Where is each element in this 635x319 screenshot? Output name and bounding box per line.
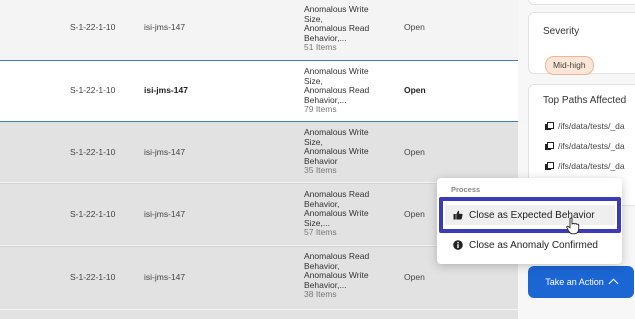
- copy-icon: [545, 122, 554, 130]
- row-alerts: Anomalous Read Behavior, Anomalous Write Si…: [304, 189, 370, 238]
- chevron-up-icon: [608, 278, 619, 289]
- path-item[interactable]: /ifs/data/tests/_da: [545, 121, 625, 131]
- row-id: S-1-22-1-10: [70, 85, 116, 95]
- row-status: Open: [404, 85, 426, 95]
- row-status: Open: [404, 209, 425, 219]
- row-host: isi-jms-147: [144, 209, 186, 219]
- row-host: isi-jms-147: [144, 147, 186, 157]
- take-action-button[interactable]: Take an Action: [528, 266, 634, 298]
- top-paths-title: Top Paths Affected: [543, 95, 627, 106]
- copy-icon: [545, 162, 554, 170]
- table-row-selected[interactable]: S-1-22-1-10 isi-jms-147 Anomalous Write S…: [0, 60, 518, 122]
- row-id: S-1-22-1-10: [70, 209, 116, 219]
- take-action-label: Take an Action: [545, 277, 604, 287]
- copy-icon: [545, 142, 554, 150]
- row-alerts: Anomalous Write Size, Anomalous Read Behavi…: [304, 4, 370, 53]
- row-alerts: Anomalous Write Size, Anomalous Read Behavi…: [304, 66, 370, 115]
- row-host: isi-jms-147: [144, 85, 188, 95]
- row-host: isi-jms-147: [144, 22, 186, 32]
- panel-fragment: [528, 0, 635, 5]
- table-row[interactable]: S-1-22-1-10 isi-jms-147 Anomalous Write S…: [0, 0, 518, 58]
- row-id: S-1-22-1-10: [70, 272, 116, 282]
- row-alerts: Anomalous Read Behavior, Anomalous Write Be…: [304, 251, 370, 300]
- table-row[interactable]: S-1-22-1-10 isi-jms-147 Anomalous Write S…: [0, 122, 518, 182]
- severity-panel: Severity Mid-high: [528, 12, 635, 75]
- row-host: isi-jms-147: [144, 272, 186, 282]
- path-item[interactable]: /ifs/data/tests/_da: [545, 141, 625, 151]
- close-anomaly-confirmed-item[interactable]: Close as Anomaly Confirmed: [445, 235, 615, 255]
- path-item[interactable]: /ifs/data/tests/_da: [545, 161, 625, 171]
- row-id: S-1-22-1-10: [70, 147, 116, 157]
- hand-cursor-icon: [566, 217, 580, 235]
- row-status: Open: [404, 22, 425, 32]
- row-alerts: Anomalous Write Size, Anomalous Write Behav…: [304, 127, 369, 176]
- table-row[interactable]: [0, 310, 518, 319]
- severity-badge: Mid-high: [545, 56, 594, 75]
- row-status: Open: [404, 272, 425, 282]
- row-status: Open: [404, 147, 425, 157]
- severity-title: Severity: [543, 26, 580, 37]
- menu-heading: Process: [451, 185, 481, 194]
- highlight-box: [439, 197, 621, 233]
- alerts-table: S-1-22-1-10 isi-jms-147 Anomalous Write S…: [0, 0, 518, 319]
- menu-item-label: Close as Anomaly Confirmed: [469, 239, 598, 251]
- info-icon: [453, 240, 463, 250]
- row-id: S-1-22-1-10: [70, 22, 116, 32]
